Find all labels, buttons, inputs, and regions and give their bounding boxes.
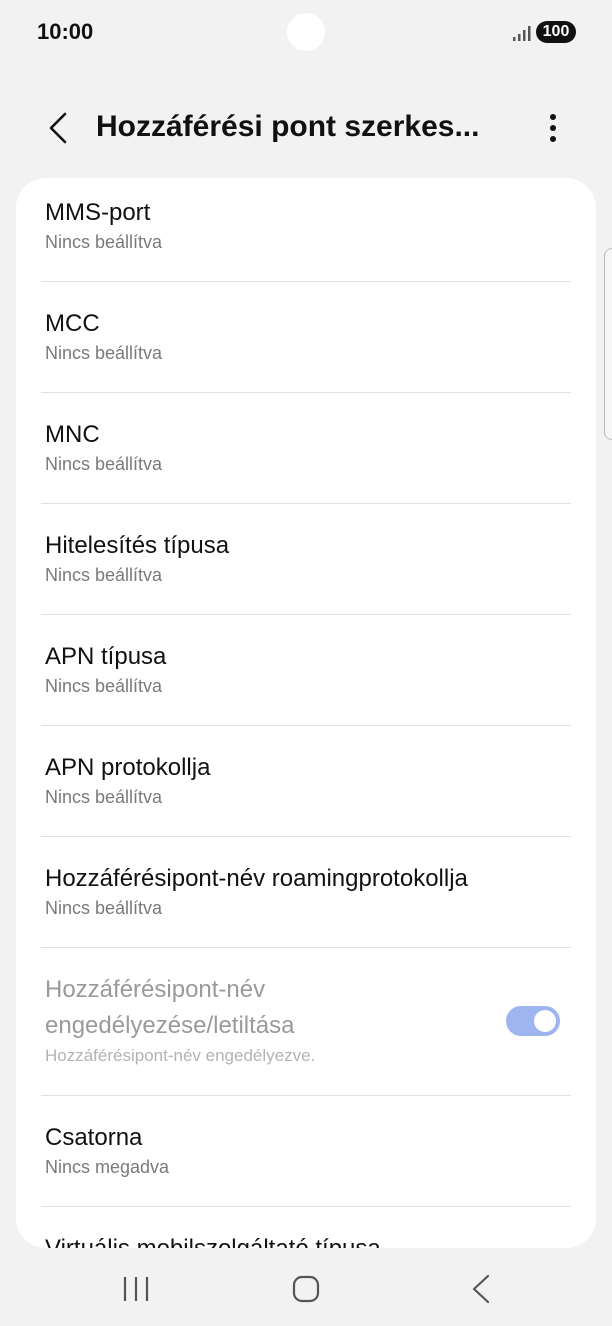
setting-value: Hozzáférésipont-név engedélyezve. [45, 1046, 316, 1065]
status-bar: 10:00 100 [0, 0, 612, 64]
apn-enable-toggle [506, 1006, 560, 1036]
setting-apn-protocol[interactable]: APN protokollja Nincs beállítva [45, 753, 571, 808]
setting-apn-type[interactable]: APN típusa Nincs beállítva [45, 642, 571, 697]
setting-apn-enable: Hozzáférésipont-név engedélyezése/letilt… [45, 972, 485, 1066]
setting-title: APN protokollja [45, 754, 211, 781]
signal-icon [513, 26, 531, 41]
setting-value: Nincs beállítva [45, 787, 163, 807]
setting-value: Nincs beállítva [45, 676, 163, 696]
setting-auth-type[interactable]: Hitelesítés típusa Nincs beállítva [45, 531, 571, 586]
setting-mms-port[interactable]: MMS-port Nincs beállítva [45, 198, 571, 253]
setting-value: Nincs megadva [45, 1157, 170, 1177]
front-camera [287, 13, 325, 51]
setting-value: Nincs beállítva [45, 898, 163, 918]
divider [41, 614, 571, 615]
setting-value: Nincs beállítva [45, 232, 163, 252]
setting-title: MMS-port [45, 199, 151, 226]
divider [41, 281, 571, 282]
setting-title: APN típusa [45, 643, 167, 670]
back-button[interactable] [38, 106, 78, 150]
divider [41, 947, 571, 948]
recents-icon[interactable] [118, 1274, 154, 1304]
app-header: Hozzáférési pont szerkes... [0, 100, 612, 156]
setting-title: Csatorna [45, 1124, 143, 1151]
divider [41, 836, 571, 837]
chevron-left-icon [49, 112, 67, 144]
divider [41, 503, 571, 504]
page-title: Hozzáférési pont szerkes... [96, 110, 480, 143]
navigation-bar [0, 1250, 612, 1326]
divider [41, 725, 571, 726]
divider [41, 392, 571, 393]
setting-title: Hozzáférésipont-név roamingprotokollja [45, 865, 468, 892]
setting-channel[interactable]: Csatorna Nincs megadva [45, 1123, 571, 1178]
setting-value: Nincs beállítva [45, 454, 163, 474]
setting-title: MCC [45, 310, 100, 337]
settings-list: MMS-port Nincs beállítva MCC Nincs beáll… [16, 178, 596, 1248]
divider [41, 1095, 571, 1096]
setting-title: Virtuális mobilszolgáltató típusa [45, 1234, 571, 1248]
scroll-indicator[interactable] [604, 248, 612, 440]
setting-apn-roaming-protocol[interactable]: Hozzáférésipont-név roamingprotokollja N… [45, 864, 571, 919]
more-options-button[interactable] [536, 106, 570, 150]
more-vertical-icon [550, 114, 556, 142]
setting-mnc[interactable]: MNC Nincs beállítva [45, 420, 571, 475]
setting-title: Hitelesítés típusa [45, 532, 230, 559]
setting-value: Nincs beállítva [45, 565, 163, 585]
setting-title-line2: engedélyezése/letiltása [45, 1012, 295, 1039]
nav-back-icon[interactable] [466, 1272, 494, 1306]
battery-icon: 100 [536, 21, 576, 43]
toggle-knob [534, 1010, 556, 1032]
setting-mcc[interactable]: MCC Nincs beállítva [45, 309, 571, 364]
setting-value: Nincs beállítva [45, 343, 163, 363]
setting-mvno-type[interactable]: Virtuális mobilszolgáltató típusa [45, 1234, 571, 1248]
setting-title-line1: Hozzáférésipont-név [45, 976, 266, 1003]
setting-title: MNC [45, 421, 100, 448]
status-time: 10:00 [37, 19, 94, 44]
divider [41, 1206, 571, 1207]
home-icon[interactable] [292, 1275, 320, 1303]
